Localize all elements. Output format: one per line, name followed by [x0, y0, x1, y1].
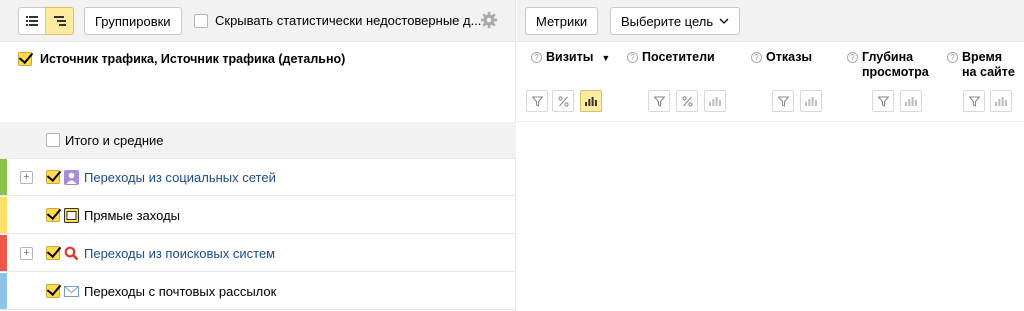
dimension-header: Источник трафика, Источник трафика (дета… [18, 52, 345, 66]
view-mode-switch [18, 7, 74, 35]
table-row: + Переходы из поисковых систем [0, 235, 516, 272]
row-label: Прямые заходы [84, 207, 181, 223]
right-toolbar: Метрики Выберите цель [517, 0, 1024, 42]
hide-unreliable-stat-checkbox[interactable]: Скрывать статистически недостоверные д..… [194, 13, 481, 28]
metrics-button[interactable]: Метрики [525, 7, 599, 35]
chart-button[interactable] [900, 90, 922, 112]
filter-button[interactable] [772, 90, 794, 112]
bar-chart-icon [585, 97, 597, 106]
bar-chart-icon [905, 97, 917, 106]
bar-chart-icon [805, 97, 817, 106]
metric-label: Посетители [642, 50, 715, 64]
filter-icon [653, 96, 665, 107]
filter-button[interactable] [526, 90, 548, 112]
chart-button[interactable] [580, 90, 602, 112]
hide-stat-checkbox-box[interactable] [194, 13, 208, 28]
percent-icon [557, 95, 569, 107]
envelope-icon [64, 285, 79, 297]
row-color-stripe [0, 197, 7, 233]
tree-icon [53, 16, 66, 26]
help-icon[interactable]: ? [751, 52, 762, 63]
report-table-metrics: Метрики Выберите цель ? Визиты ▼ ? Посет… [517, 0, 1024, 311]
metric-label: Визиты [546, 50, 594, 64]
percent-button[interactable] [552, 90, 574, 112]
row-checkbox[interactable] [46, 208, 60, 222]
chart-button[interactable] [704, 90, 726, 112]
table-row: Переходы с почтовых рассылок [0, 273, 516, 310]
goal-select[interactable]: Выберите цель [610, 7, 741, 35]
header-divider [517, 121, 1024, 122]
metric-label-line: просмотра [862, 65, 929, 79]
help-icon[interactable]: ? [531, 52, 542, 63]
row-label[interactable]: Переходы из социальных сетей [84, 170, 276, 185]
goal-select-label: Выберите цель [621, 13, 714, 29]
bar-chart-icon [709, 97, 721, 106]
hide-stat-label: Скрывать статистически недостоверные д..… [215, 13, 482, 28]
metric-header-bounces[interactable]: ? Отказы [751, 50, 812, 65]
metric-label-line: на сайте [962, 65, 1015, 79]
metric-header-visits[interactable]: ? Визиты ▼ [531, 50, 610, 66]
user-icon [64, 169, 79, 185]
total-row: Итого и средние [0, 122, 516, 159]
metric-label: Отказы [766, 50, 813, 64]
metric-header-time[interactable]: ? Время на сайте [947, 50, 1015, 80]
row-checkbox[interactable] [46, 170, 60, 184]
filter-button[interactable] [963, 90, 985, 112]
dimension-header-label: Источник трафика, Источник трафика (дета… [40, 52, 346, 66]
filter-button[interactable] [872, 90, 894, 112]
filter-button[interactable] [648, 90, 670, 112]
filter-icon [877, 96, 889, 107]
filter-icon [777, 96, 789, 107]
filter-icon [968, 96, 980, 107]
search-icon [64, 246, 79, 260]
expand-button[interactable]: + [20, 170, 33, 184]
bar-chart-icon [995, 97, 1007, 106]
help-icon[interactable]: ? [847, 52, 858, 63]
window-icon [64, 207, 79, 223]
groupings-button[interactable]: Группировки [84, 7, 182, 35]
list-icon [26, 16, 38, 26]
filter-icon [531, 96, 543, 107]
percent-button[interactable] [676, 90, 698, 112]
percent-icon [681, 95, 693, 107]
metric-label-line: Глубина [862, 50, 914, 64]
chevron-down-icon [719, 18, 729, 24]
metric-header-visitors[interactable]: ? Посетители [627, 50, 715, 65]
expand-button[interactable]: + [20, 246, 33, 260]
row-label: Переходы с почтовых рассылок [84, 283, 277, 299]
row-color-stripe [0, 159, 7, 195]
row-color-stripe [0, 273, 7, 309]
table-row: + Переходы из социальных сетей [0, 159, 516, 196]
metric-label: Глубина просмотра [862, 50, 929, 80]
row-color-stripe [0, 235, 7, 271]
table-row: Прямые заходы [0, 197, 516, 234]
tree-view-button[interactable] [46, 7, 74, 35]
metric-label: Время на сайте [962, 50, 1015, 80]
metric-label-line: Время [962, 50, 1002, 64]
sort-desc-icon: ▼ [601, 53, 611, 63]
row-checkbox[interactable] [46, 246, 60, 260]
row-checkbox[interactable] [46, 284, 60, 298]
list-view-button[interactable] [18, 7, 46, 35]
total-row-label: Итого и средние [65, 132, 164, 148]
row-label[interactable]: Переходы из поисковых систем [84, 246, 275, 261]
metric-header-depth[interactable]: ? Глубина просмотра [847, 50, 929, 80]
help-icon[interactable]: ? [627, 52, 638, 63]
dimension-header-checkbox[interactable] [18, 52, 32, 66]
left-toolbar: Группировки Скрывать статистически недос… [0, 0, 515, 42]
report-table-left: Группировки Скрывать статистически недос… [0, 0, 516, 311]
chart-button[interactable] [990, 90, 1012, 112]
total-row-checkbox[interactable] [46, 133, 60, 147]
chart-button[interactable] [800, 90, 822, 112]
gear-icon[interactable] [480, 11, 498, 29]
help-icon[interactable]: ? [947, 52, 958, 63]
